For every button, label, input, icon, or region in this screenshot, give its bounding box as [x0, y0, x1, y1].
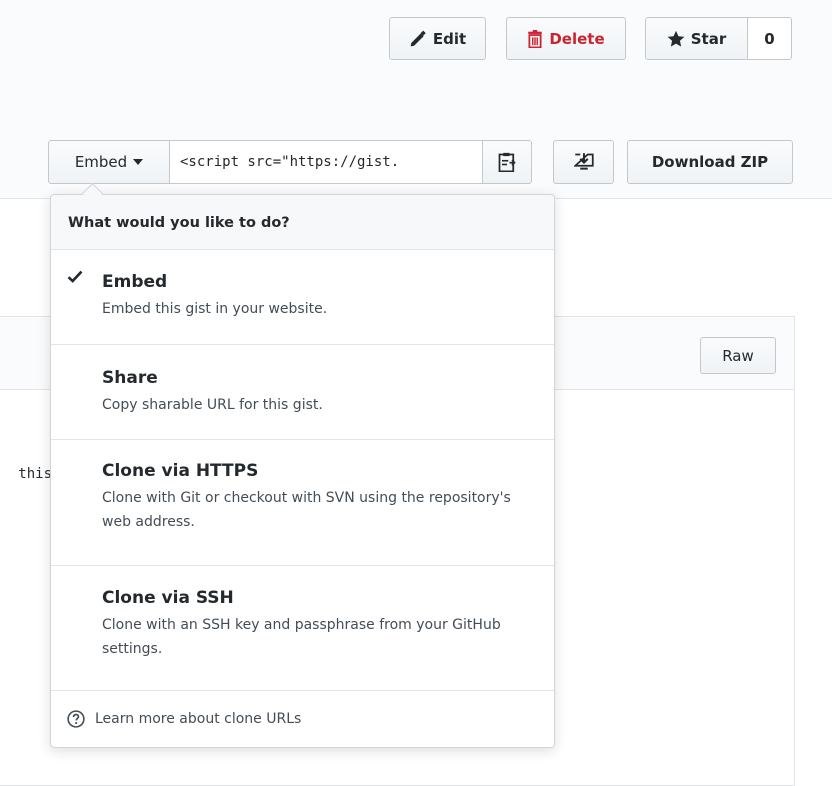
caret-down-icon [133, 159, 144, 165]
edit-label: Edit [432, 29, 467, 48]
option-share[interactable]: Share Copy sharable URL for this gist. [51, 345, 554, 440]
option-title: Share [102, 368, 158, 388]
embed-url-input[interactable] [169, 140, 483, 184]
open-desktop-button[interactable] [553, 140, 614, 184]
embed-dropdown-button[interactable]: Embed [48, 140, 170, 184]
option-title: Embed [102, 272, 168, 292]
clone-options-dropdown: What would you like to do? Embed Embed t… [50, 182, 555, 748]
check-icon [67, 270, 83, 283]
code-fragment: this [18, 466, 52, 482]
learn-more-link[interactable]: Learn more about clone URLs [51, 690, 554, 748]
embed-dropdown-label: Embed [74, 153, 128, 171]
option-description: Copy sharable URL for this gist. [102, 397, 323, 413]
star-label: Star [690, 29, 727, 48]
star-count[interactable]: 0 [748, 17, 792, 60]
option-clone-ssh[interactable]: Clone via SSH Clone with an SSH key and … [51, 566, 554, 691]
clipboard-icon [498, 152, 516, 172]
option-description: Clone with an SSH key and passphrase fro… [102, 617, 501, 657]
delete-label: Delete [549, 29, 605, 48]
option-description: Embed this gist in your website. [102, 301, 328, 317]
option-title: Clone via SSH [102, 588, 234, 608]
learn-more-label: Learn more about clone URLs [95, 711, 302, 727]
question-icon [67, 710, 85, 728]
desktop-download-icon [573, 153, 594, 170]
copy-to-clipboard-button[interactable] [482, 140, 532, 184]
star-icon [667, 30, 685, 47]
trash-icon [528, 29, 543, 48]
delete-button[interactable]: Delete [506, 17, 626, 60]
edit-button[interactable]: Edit [389, 17, 486, 60]
option-title: Clone via HTTPS [102, 461, 259, 481]
download-zip-button[interactable]: Download ZIP [627, 140, 793, 184]
raw-label: Raw [722, 346, 754, 365]
option-clone-https[interactable]: Clone via HTTPS Clone with Git or checko… [51, 440, 554, 566]
download-zip-label: Download ZIP [651, 153, 769, 171]
option-description: Clone with Git or checkout with SVN usin… [102, 490, 511, 530]
star-button[interactable]: Star [645, 17, 748, 60]
option-embed[interactable]: Embed Embed this gist in your website. [51, 250, 554, 345]
dropdown-header: What would you like to do? [51, 195, 554, 250]
pencil-icon [410, 30, 426, 46]
raw-button[interactable]: Raw [700, 337, 776, 374]
